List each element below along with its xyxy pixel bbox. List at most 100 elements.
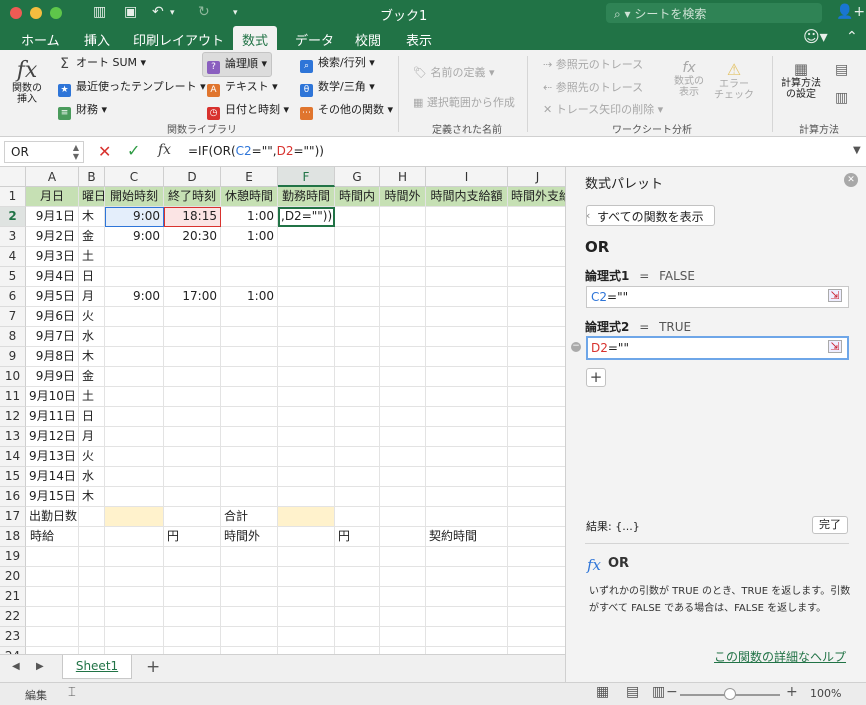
cell-E21[interactable]	[221, 587, 278, 607]
cell-G13[interactable]	[335, 427, 380, 447]
cell-E11[interactable]	[221, 387, 278, 407]
cell-C10[interactable]	[105, 367, 164, 387]
row-header-8[interactable]: 8	[0, 327, 26, 347]
close-window-button[interactable]	[10, 7, 22, 19]
cell-D24[interactable]	[164, 647, 221, 654]
calc-sheet-icon[interactable]: ▥	[835, 90, 848, 106]
cell-I22[interactable]	[426, 607, 508, 627]
cell-B4[interactable]: 土	[79, 247, 105, 267]
text-button[interactable]: A テキスト ▾	[207, 78, 278, 97]
undo-dropdown-icon[interactable]: ▾	[170, 8, 175, 18]
prev-sheet-icon[interactable]: ◀	[12, 661, 20, 672]
cell-H16[interactable]	[380, 487, 426, 507]
cell-D21[interactable]	[164, 587, 221, 607]
tab-review[interactable]: 校閲	[355, 30, 381, 49]
cell-A19[interactable]	[26, 547, 79, 567]
cell-J6[interactable]	[508, 287, 565, 307]
cell-C18[interactable]	[105, 527, 164, 547]
cell-G4[interactable]	[335, 247, 380, 267]
cell-J12[interactable]	[508, 407, 565, 427]
cell-J15[interactable]	[508, 467, 565, 487]
cell-F18[interactable]	[278, 527, 335, 547]
cell-C6[interactable]: 9:00	[105, 287, 164, 307]
tab-data[interactable]: データ	[295, 30, 334, 49]
cell-I3[interactable]	[426, 227, 508, 247]
zoom-window-button[interactable]	[50, 7, 62, 19]
cell-F20[interactable]	[278, 567, 335, 587]
cell-H19[interactable]	[380, 547, 426, 567]
cell-E2[interactable]: 1:00	[221, 207, 278, 227]
panel-close-icon[interactable]: ✕	[844, 173, 858, 187]
cell-I11[interactable]	[426, 387, 508, 407]
cell-F2[interactable]: ,D2=""))	[278, 207, 335, 227]
cell-B18[interactable]	[79, 527, 105, 547]
cancel-icon[interactable]: ✕	[98, 142, 111, 161]
cell-E15[interactable]	[221, 467, 278, 487]
cell-C9[interactable]	[105, 347, 164, 367]
column-header-J[interactable]: J	[508, 167, 565, 187]
cell-F17[interactable]	[278, 507, 335, 527]
calc-now-icon[interactable]: ▤	[835, 62, 848, 78]
macro-record-icon[interactable]: ⌶	[68, 685, 76, 700]
cell-F4[interactable]	[278, 247, 335, 267]
cell-E24[interactable]	[221, 647, 278, 654]
create-from-selection-button[interactable]: ▦ 選択範囲から作成	[413, 94, 515, 110]
share-user-icon[interactable]: 👤+	[836, 4, 865, 20]
cell-A9[interactable]: 9月8日	[26, 347, 79, 367]
cell-A2[interactable]: 9月1日	[26, 207, 79, 227]
cell-B22[interactable]	[79, 607, 105, 627]
column-header-G[interactable]: G	[335, 167, 380, 187]
cell-B21[interactable]	[79, 587, 105, 607]
cell-E19[interactable]	[221, 547, 278, 567]
cell-H12[interactable]	[380, 407, 426, 427]
cell-E14[interactable]	[221, 447, 278, 467]
cell-B10[interactable]: 金	[79, 367, 105, 387]
cell-B20[interactable]	[79, 567, 105, 587]
cell-E12[interactable]	[221, 407, 278, 427]
remove-arrows-button[interactable]: ✕ トレース矢印の削除 ▾	[543, 101, 663, 117]
cell-I14[interactable]	[426, 447, 508, 467]
arg1-input[interactable]: C2=""	[586, 286, 849, 308]
cell-I4[interactable]	[426, 247, 508, 267]
show-all-functions-button[interactable]: ‹ すべての関数を表示	[586, 205, 715, 226]
autosum-button[interactable]: Σ オート SUM ▾	[58, 54, 146, 71]
cell-E23[interactable]	[221, 627, 278, 647]
cell-G5[interactable]	[335, 267, 380, 287]
redo-icon[interactable]: ↻	[198, 4, 210, 20]
cell-E1[interactable]: 休憩時間	[221, 187, 278, 207]
tab-insert[interactable]: 挿入	[84, 30, 110, 49]
cell-C8[interactable]	[105, 327, 164, 347]
cell-F16[interactable]	[278, 487, 335, 507]
cell-A18[interactable]: 時給	[26, 527, 79, 547]
cell-A14[interactable]: 9月13日	[26, 447, 79, 467]
cell-E7[interactable]	[221, 307, 278, 327]
cell-H13[interactable]	[380, 427, 426, 447]
cell-J9[interactable]	[508, 347, 565, 367]
cell-I7[interactable]	[426, 307, 508, 327]
tab-page-layout[interactable]: 印刷レイアウト	[133, 30, 224, 49]
row-header-18[interactable]: 18	[0, 527, 26, 547]
worksheet-grid[interactable]: A B C D E F G H I J 1 月日 曜日 開始時刻 終了時刻 休憩時間 勤務時間 時間内 時間外 時間内…	[0, 167, 565, 654]
cell-I17[interactable]	[426, 507, 508, 527]
cell-J20[interactable]	[508, 567, 565, 587]
cell-F13[interactable]	[278, 427, 335, 447]
arg2-input[interactable]: D2=""	[586, 336, 849, 360]
cell-I9[interactable]	[426, 347, 508, 367]
sheet-tab-sheet1[interactable]: Sheet1	[62, 655, 132, 679]
remove-argument-icon[interactable]: −	[571, 342, 581, 352]
cell-C19[interactable]	[105, 547, 164, 567]
cell-J11[interactable]	[508, 387, 565, 407]
insert-function-fx-icon[interactable]: fx	[158, 142, 171, 158]
cell-A1[interactable]: 月日	[26, 187, 79, 207]
confirm-check-icon[interactable]: ✓	[127, 141, 140, 160]
cell-F6[interactable]	[278, 287, 335, 307]
tab-home[interactable]: ホーム	[21, 30, 60, 49]
row-header-22[interactable]: 22	[0, 607, 26, 627]
cell-H7[interactable]	[380, 307, 426, 327]
column-header-D[interactable]: D	[164, 167, 221, 187]
column-header-E[interactable]: E	[221, 167, 278, 187]
cell-B9[interactable]: 木	[79, 347, 105, 367]
cell-G7[interactable]	[335, 307, 380, 327]
cell-J2[interactable]	[508, 207, 565, 227]
cell-I10[interactable]	[426, 367, 508, 387]
